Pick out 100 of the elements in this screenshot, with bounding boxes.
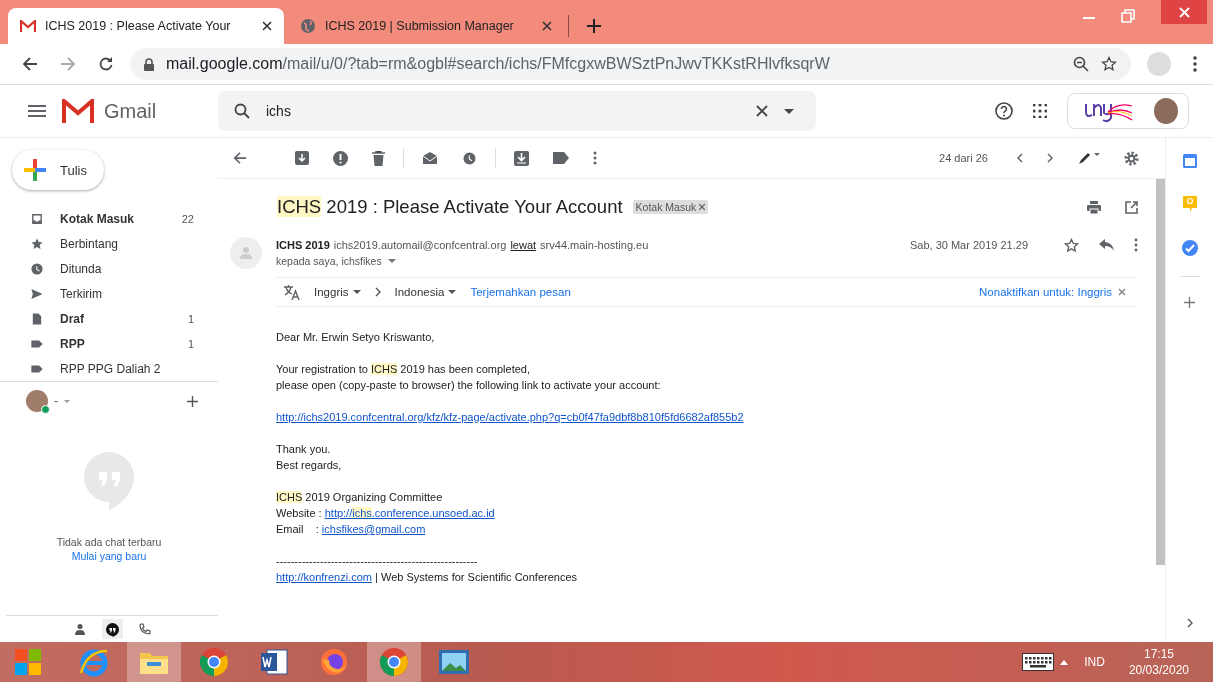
body-text-line: Dear Mr. Erwin Setyo Kriswanto, <box>276 330 436 345</box>
keyboard-icon[interactable] <box>1022 653 1055 671</box>
folder-item[interactable]: RPP 1 <box>0 331 218 356</box>
translate-link[interactable]: Terjemahkan pesan <box>470 286 571 298</box>
taskbar-app-button[interactable] <box>367 642 421 682</box>
avatar-icon[interactable] <box>26 390 48 412</box>
disable-translation-link[interactable]: Nonaktifkan untuk: Inggris <box>979 286 1112 298</box>
target-language-dropdown[interactable]: Indonesia <box>394 286 457 298</box>
caret-icon[interactable] <box>784 108 794 114</box>
sender-server: srv44.main-hosting.eu <box>540 239 649 251</box>
delete-icon[interactable] <box>372 150 385 166</box>
globe-icon <box>300 18 316 34</box>
move-to-icon[interactable] <box>514 150 529 166</box>
pencil-icon[interactable] <box>1078 151 1100 165</box>
close-icon[interactable] <box>262 21 272 31</box>
person-icon[interactable] <box>73 623 86 635</box>
more-icon[interactable] <box>593 151 597 165</box>
compose-button[interactable]: Tulis <box>12 150 104 190</box>
add-icon[interactable] <box>1184 297 1195 308</box>
folder-item[interactable]: Terkirim <box>0 281 218 306</box>
message-date: Sab, 30 Mar 2019 21.29 <box>909 239 1028 251</box>
search-icon <box>234 103 250 119</box>
label-chip[interactable]: Kotak Masuk <box>632 200 709 214</box>
body-text-line: Email : ichsfikes@gmail.com <box>276 522 427 537</box>
close-icon[interactable] <box>542 21 552 31</box>
previous-icon[interactable] <box>1016 153 1023 163</box>
gmail-logo-text: Gmail <box>104 99 157 123</box>
avatar-icon <box>1154 98 1178 124</box>
body-link[interactable]: http://ichs.conference.unsoed.ac.id <box>324 507 495 519</box>
user-status[interactable]: - <box>54 394 58 408</box>
folder-item[interactable]: Draf 1 <box>0 306 218 331</box>
folder-item[interactable]: Ditunda <box>0 256 218 281</box>
file-icon <box>30 311 44 326</box>
remove-icon[interactable] <box>699 204 706 210</box>
label-icon[interactable] <box>553 152 569 164</box>
star-icon[interactable] <box>1101 56 1117 72</box>
folder-item[interactable]: Berbintang <box>0 231 218 256</box>
scrollbar[interactable] <box>1156 179 1165 565</box>
back-icon[interactable] <box>22 56 38 72</box>
folder-item[interactable]: RPP PPG Daliah 2 <box>0 356 218 381</box>
address-bar[interactable]: mail.google.com/mail/u/0/?tab=rm&ogbl#search/ichs/FMfcgxwBWSztPnJwvTKKstRHlvfksqrW <box>130 48 1131 80</box>
new-window-icon[interactable] <box>1125 200 1138 214</box>
apps-grid-icon[interactable] <box>1033 104 1047 118</box>
spam-icon[interactable] <box>333 150 348 166</box>
inbox-icon <box>30 211 44 226</box>
folder-item[interactable]: Kotak Masuk 22 <box>0 206 218 231</box>
tab-title: ICHS 2019 | Submission Manager <box>325 19 515 33</box>
settings-icon[interactable] <box>1124 150 1139 166</box>
star-icon <box>30 236 44 251</box>
next-icon[interactable] <box>1047 153 1054 163</box>
menu-icon[interactable] <box>28 105 46 117</box>
check-circle-icon[interactable] <box>1181 240 1198 256</box>
body-text-line: please open (copy-paste to browser) the following link to activate your account: <box>276 378 662 393</box>
chrome-icon <box>199 647 229 677</box>
body-text-line: Best regards, <box>276 458 343 473</box>
help-icon[interactable] <box>995 102 1013 120</box>
caret-icon <box>448 290 457 294</box>
gmail-logo-icon <box>62 99 94 123</box>
chat-tab[interactable] <box>101 619 123 639</box>
caret-icon <box>387 259 396 263</box>
sender-email: ichs2019.automail@confcentral.org <box>333 239 507 251</box>
menu-dots-icon[interactable] <box>1193 56 1197 72</box>
zoom-icon[interactable] <box>1073 56 1089 72</box>
landscape-picture-icon <box>438 649 470 675</box>
input-language[interactable]: IND <box>1084 655 1105 669</box>
browser-tab[interactable]: ICHS 2019 | Submission Manager <box>288 8 564 44</box>
phone-icon[interactable] <box>138 623 151 635</box>
more-icon[interactable] <box>1134 238 1138 252</box>
search-field[interactable]: ichs <box>218 91 816 131</box>
add-icon[interactable] <box>187 395 198 407</box>
close-window-button[interactable] <box>1161 0 1207 24</box>
gmail-logo-icon <box>20 20 36 32</box>
body-link[interactable]: ichsfikes@gmail.com <box>321 523 426 535</box>
body-link[interactable]: http://ichs2019.confcentral.org/kfz/kfz-page/activate.php?q=cb0f47fa9dbf8b810f5fd6682af855b2 <box>276 411 744 423</box>
account-button[interactable] <box>1067 93 1189 129</box>
star-icon[interactable] <box>1064 237 1079 253</box>
calendar-icon[interactable] <box>1182 154 1197 168</box>
archive-icon[interactable] <box>295 151 309 165</box>
envelope-icon[interactable] <box>422 151 438 165</box>
caret-icon <box>352 290 361 294</box>
clock[interactable]: 17:15 20/03/2020 <box>1128 646 1189 678</box>
new-tab-icon[interactable] <box>587 19 601 33</box>
clear-icon[interactable] <box>756 105 768 117</box>
start-chat-link[interactable]: Mulai yang baru <box>71 550 147 562</box>
reply-icon[interactable] <box>1099 239 1114 251</box>
browser-tab[interactable]: ICHS 2019 : Please Activate Your <box>8 8 284 44</box>
caret-up-icon[interactable] <box>1060 659 1069 665</box>
body-link[interactable]: http://konfrenzi.com <box>276 571 372 583</box>
recipients-dropdown[interactable]: kepada saya, ichsfikes <box>276 255 1138 267</box>
sender-name: ICHS 2019 <box>276 239 330 251</box>
body-text-line: http://konfrenzi.com | Web Systems for Scientific Conferences <box>276 570 578 585</box>
clock-icon[interactable] <box>462 150 477 166</box>
tab-title: ICHS 2019 : Please Activate Your <box>45 19 232 33</box>
print-icon[interactable] <box>1087 200 1101 214</box>
clock-icon <box>30 261 44 276</box>
via-link[interactable]: lewat <box>510 239 537 251</box>
chevron-right-icon[interactable] <box>1186 618 1193 628</box>
reload-icon[interactable] <box>98 56 114 72</box>
back-arrow-icon[interactable] <box>233 151 247 165</box>
source-language-dropdown[interactable]: Inggris <box>314 286 361 298</box>
